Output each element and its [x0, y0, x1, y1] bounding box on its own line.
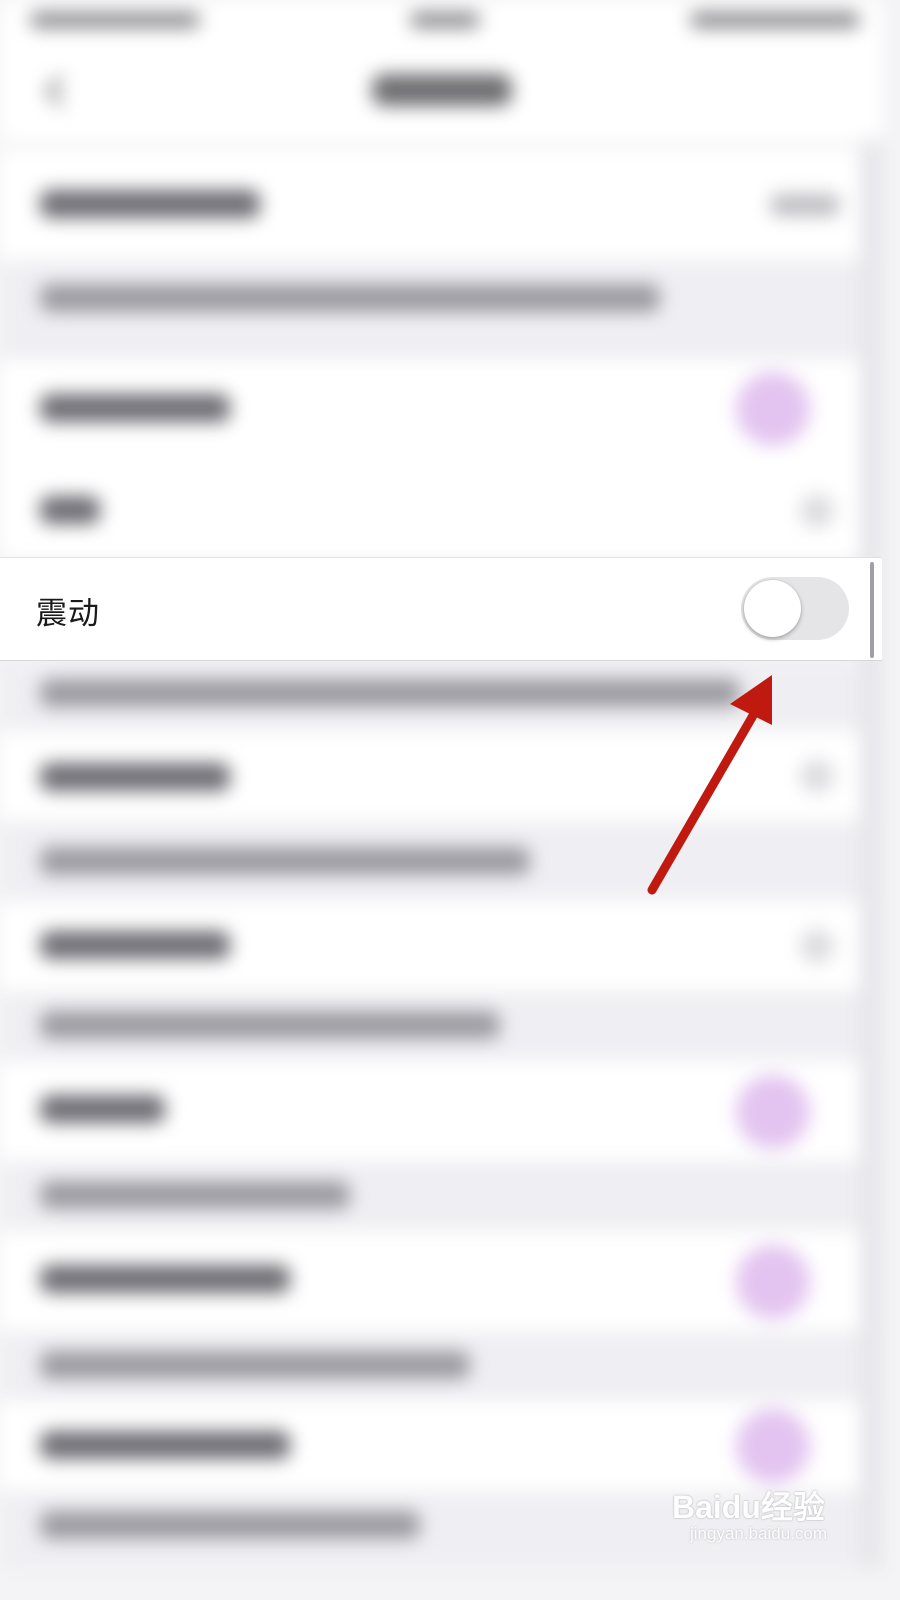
watermark-url: jingyan.baidu.com [690, 1524, 828, 1543]
annotation-arrow [647, 675, 772, 895]
baidu-watermark: Baidu经验 jingyan.baidu.com [672, 1472, 872, 1552]
arrow-shaft [647, 695, 767, 895]
watermark-logo: Baidu经验 [672, 1489, 825, 1525]
